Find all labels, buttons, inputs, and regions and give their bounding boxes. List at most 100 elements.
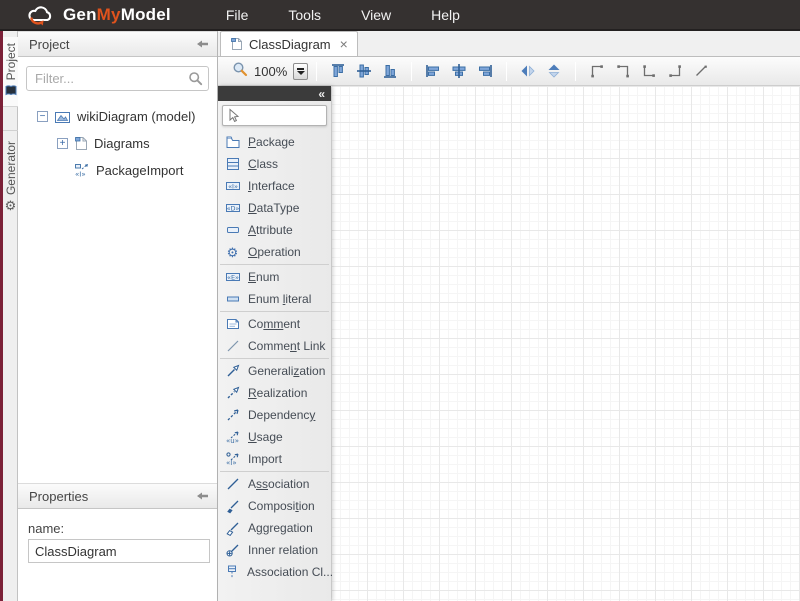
collapse-expander-icon[interactable]: − <box>37 111 48 122</box>
project-tree: − wikiDiagram (model) + Diagrams «I» Pac… <box>18 97 217 184</box>
palette-item-usage[interactable]: «u» Usage <box>218 426 331 448</box>
project-panel: Project − wikiDiagram (model) + Diagrams <box>18 31 218 483</box>
palette-item-package[interactable]: Package <box>218 131 331 153</box>
palette-item-interface[interactable]: «I» Interface <box>218 175 331 197</box>
connector-elbow-top-right-button[interactable] <box>611 59 635 83</box>
menu-view[interactable]: View <box>361 3 391 27</box>
package-icon <box>224 134 241 150</box>
aggregation-icon <box>224 520 241 536</box>
menu-help[interactable]: Help <box>431 3 460 27</box>
svg-text:«u»: «u» <box>226 437 239 445</box>
rail-tab-generator[interactable]: Generator ⚙ <box>3 135 18 218</box>
flip-horizontal-button[interactable] <box>516 59 540 83</box>
align-left-button[interactable] <box>421 59 445 83</box>
main-area: ClassDiagram × 100% <box>218 31 800 601</box>
palette-item-operation[interactable]: ⚙ Operation <box>218 241 331 263</box>
align-bottom-button[interactable] <box>378 59 402 83</box>
package-import-icon: «I» <box>74 163 90 178</box>
tree-row-package-import[interactable]: «I» PackageImport <box>18 157 217 184</box>
top-menubar: GenMyModel File Tools View Help <box>0 0 800 31</box>
connector-elbow-bottom-left-button[interactable] <box>637 59 661 83</box>
palette-item-comment-link[interactable]: Comment Link <box>218 335 331 357</box>
class-icon <box>224 156 241 172</box>
toolbar-separator <box>506 62 507 81</box>
connector-elbow-bottom-right-button[interactable] <box>663 59 687 83</box>
collapse-panel-arrow-icon[interactable] <box>196 491 209 501</box>
name-field-label: name: <box>28 521 207 536</box>
svg-text:«I»: «I» <box>75 171 86 179</box>
palette-header: « <box>218 86 331 101</box>
align-top-button[interactable] <box>326 59 350 83</box>
svg-text:«E»: «E» <box>226 273 238 281</box>
menu-tools[interactable]: Tools <box>288 3 321 27</box>
composition-icon <box>224 498 241 514</box>
generalization-icon <box>224 363 241 379</box>
menu-bar: File Tools View Help <box>226 3 500 27</box>
palette-item-enum[interactable]: «E» Enum <box>218 266 331 288</box>
app-logo[interactable]: GenMyModel <box>26 4 171 26</box>
palette-item-dependency[interactable]: Dependency <box>218 404 331 426</box>
brand-name: GenMyModel <box>63 5 171 25</box>
palette-item-comment[interactable]: Comment <box>218 313 331 335</box>
rail-tab-generator-label: Generator <box>4 141 18 195</box>
align-middle-button[interactable] <box>352 59 376 83</box>
enum-icon: «E» <box>224 269 241 285</box>
rail-tab-project-label: Project <box>4 43 18 80</box>
diagram-toolbar: 100% <box>218 57 800 86</box>
search-icon <box>188 71 203 91</box>
connector-elbow-top-left-button[interactable] <box>585 59 609 83</box>
tab-close-icon[interactable]: × <box>340 37 348 51</box>
properties-body: name: <box>18 509 217 563</box>
import-icon: «I» <box>224 451 241 467</box>
palette-item-aggregation[interactable]: Aggregation <box>218 517 331 539</box>
svg-text:«I»: «I» <box>226 459 237 467</box>
palette-item-generalization[interactable]: Generalization <box>218 360 331 382</box>
palette-item-realization[interactable]: Realization <box>218 382 331 404</box>
rail-accent-strip <box>0 31 3 601</box>
selection-pointer-tool[interactable] <box>222 105 327 126</box>
palette-items: Package Class «I» Interface «D» DataType… <box>218 131 331 583</box>
palette-item-composition[interactable]: Composition <box>218 495 331 517</box>
palette-item-datatype[interactable]: «D» DataType <box>218 197 331 219</box>
attribute-icon <box>224 222 241 238</box>
palette-item-import[interactable]: «I» Import <box>218 448 331 470</box>
align-right-button[interactable] <box>473 59 497 83</box>
rail-tab-project[interactable]: Project <box>3 37 18 107</box>
diagram-icon <box>74 136 88 151</box>
properties-panel: Properties name: <box>18 483 218 601</box>
tree-label: Diagrams <box>94 136 150 151</box>
palette-item-association-class[interactable]: Association Cl... <box>218 561 331 583</box>
name-field-input[interactable] <box>28 539 210 563</box>
palette-item-inner-relation[interactable]: Inner relation <box>218 539 331 561</box>
collapse-panel-arrow-icon[interactable] <box>196 39 209 49</box>
palette-group-separator <box>220 311 329 312</box>
connector-straight-button[interactable] <box>689 59 713 83</box>
palette-item-association[interactable]: Association <box>218 473 331 495</box>
diagram-tab-icon <box>230 37 243 51</box>
filter-input[interactable] <box>26 66 209 91</box>
tab-classdiagram[interactable]: ClassDiagram × <box>220 31 358 56</box>
svg-text:«D»: «D» <box>226 204 239 212</box>
tree-label: PackageImport <box>96 163 183 178</box>
expand-expander-icon[interactable]: + <box>57 138 68 149</box>
gear-icon: ⚙ <box>5 199 17 212</box>
palette-item-class[interactable]: Class <box>218 153 331 175</box>
zoom-icon <box>232 61 248 82</box>
flip-vertical-button[interactable] <box>542 59 566 83</box>
palette-item-attribute[interactable]: Attribute <box>218 219 331 241</box>
tree-row-diagrams[interactable]: + Diagrams <box>18 130 217 157</box>
toolbar-separator <box>575 62 576 81</box>
palette-group-separator <box>220 358 329 359</box>
realization-icon <box>224 385 241 401</box>
model-icon <box>54 110 71 124</box>
menu-file[interactable]: File <box>226 3 249 27</box>
tree-row-model[interactable]: − wikiDiagram (model) <box>18 103 217 130</box>
zoom-dropdown-button[interactable] <box>293 63 308 80</box>
diagram-canvas[interactable] <box>331 86 800 601</box>
association-class-icon <box>224 564 240 580</box>
align-center-button[interactable] <box>447 59 471 83</box>
properties-panel-title: Properties <box>29 489 88 504</box>
palette-item-enum-literal[interactable]: Enum literal <box>218 288 331 310</box>
palette-collapse-button[interactable]: « <box>318 88 325 100</box>
cloud-logo-icon <box>26 4 56 26</box>
